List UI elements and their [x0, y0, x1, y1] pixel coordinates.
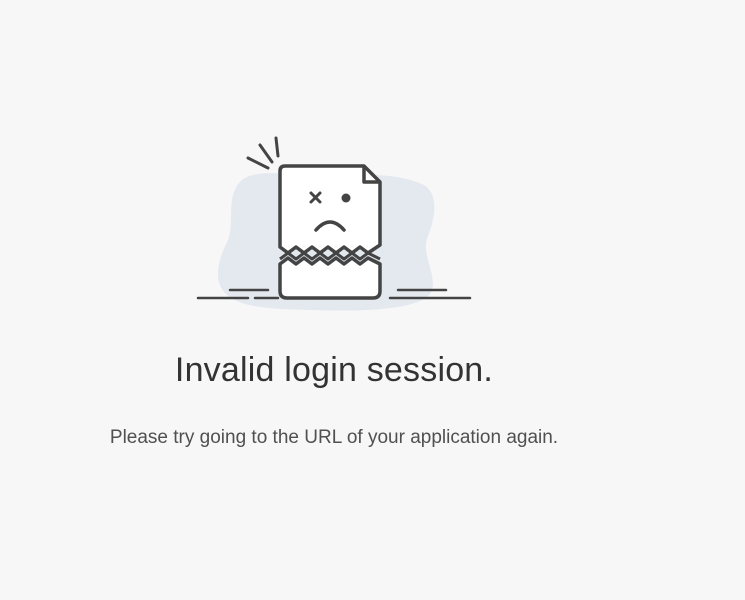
broken-document-sad-face-icon — [196, 136, 472, 311]
error-message: Please try going to the URL of your appl… — [109, 427, 559, 448]
error-page: Invalid login session. Please try going … — [0, 0, 745, 600]
dot-eye — [341, 193, 351, 203]
error-title: Invalid login session. — [174, 351, 494, 389]
alert-strokes — [246, 136, 280, 170]
